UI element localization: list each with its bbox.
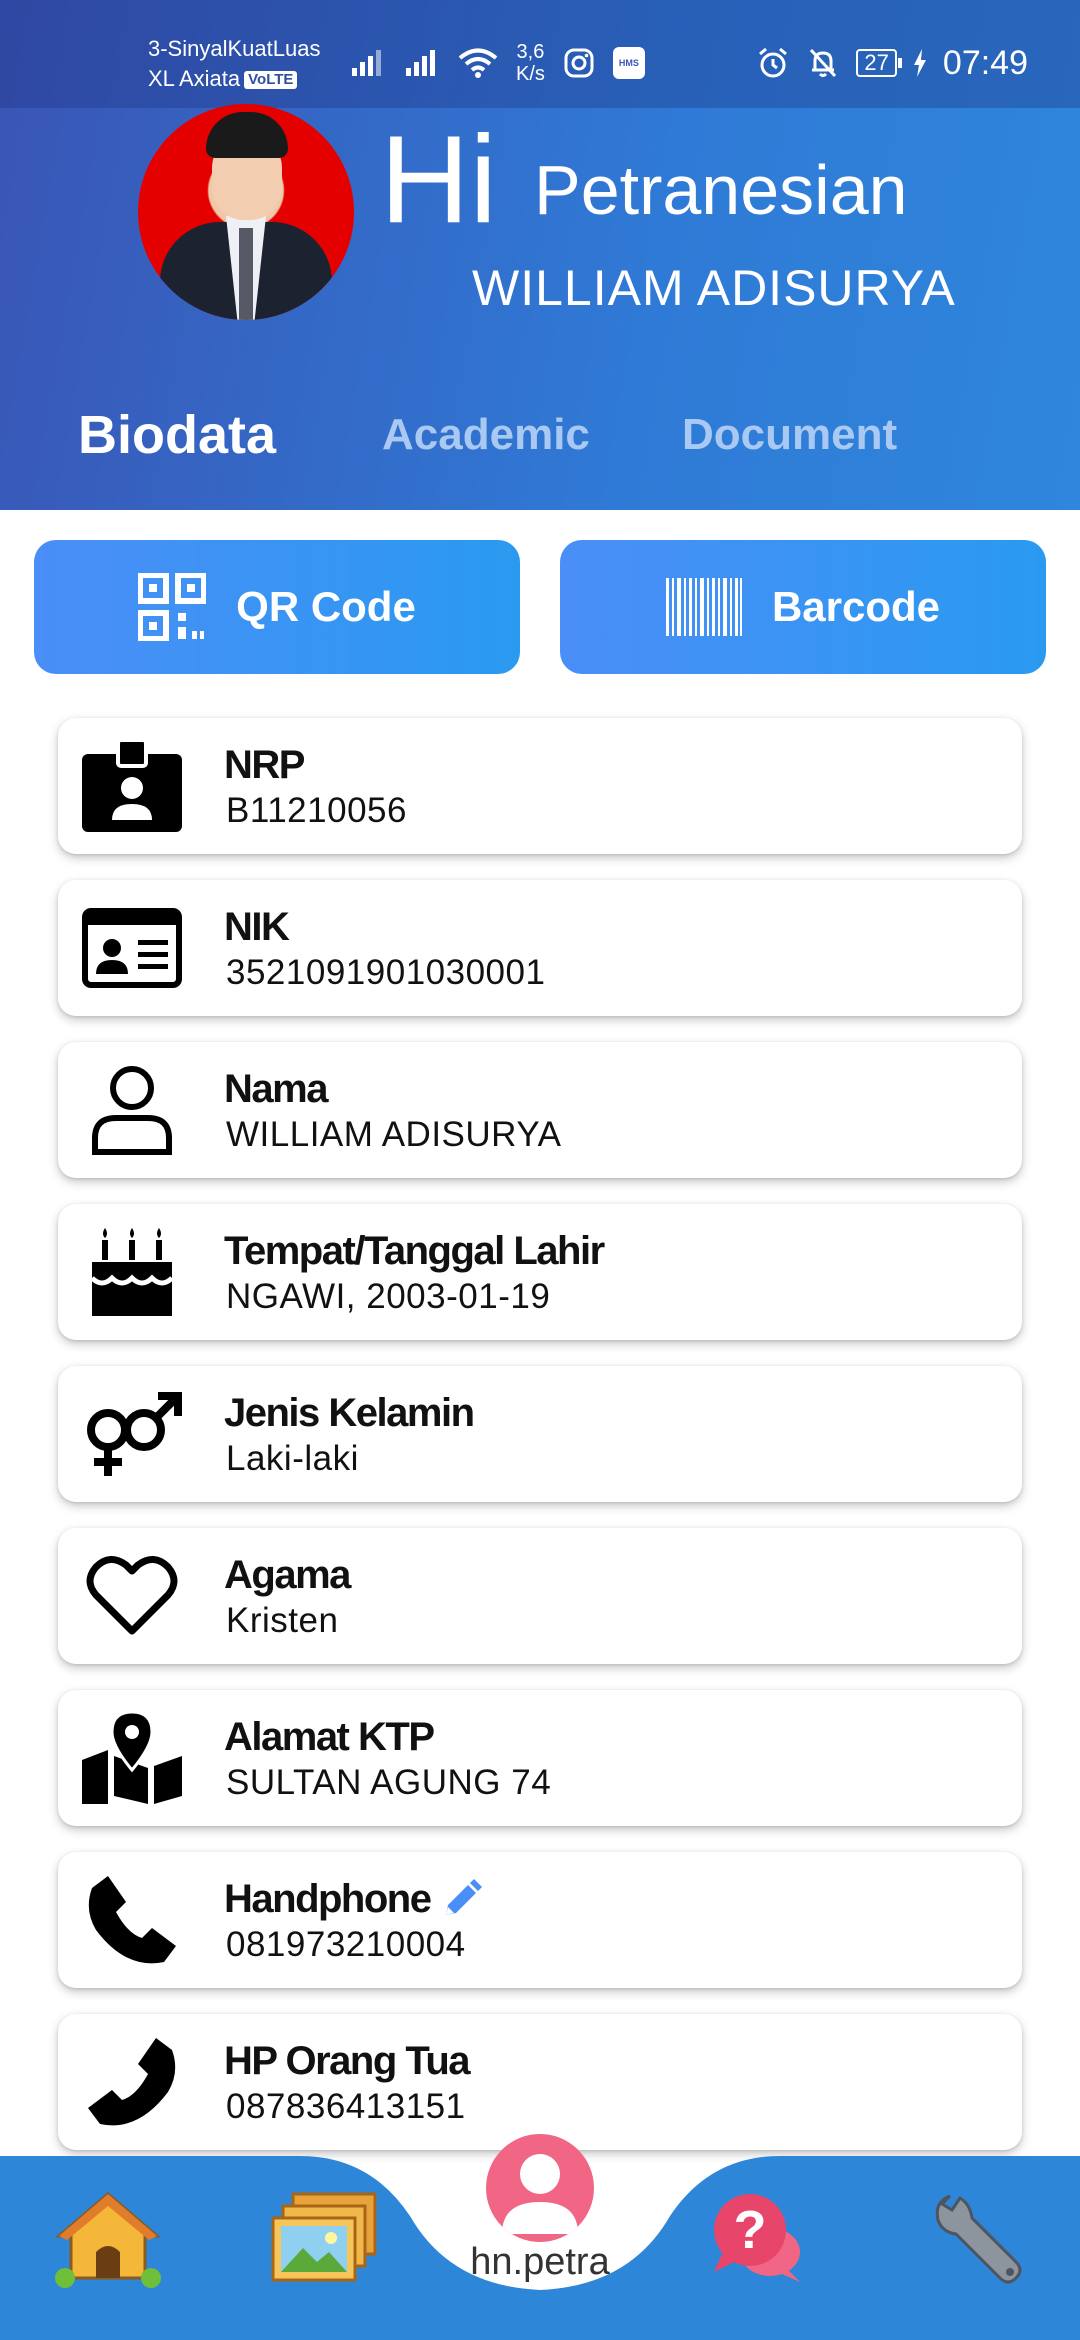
tab-biodata[interactable]: Biodata: [78, 400, 276, 470]
qr-code-icon: [138, 573, 207, 641]
nav-settings[interactable]: [920, 2178, 1040, 2298]
field-label: Nama: [224, 1067, 328, 1111]
field-label: Agama: [224, 1553, 351, 1597]
field-value: Laki-laki: [226, 1439, 359, 1478]
field-card-nama: Nama WILLIAM ADISURYA: [58, 1042, 1022, 1178]
help-chat-icon: ?: [714, 2194, 800, 2282]
id-badge-icon: [82, 740, 182, 832]
user-avatar-icon: [502, 2154, 578, 2234]
qr-code-button[interactable]: QR Code: [34, 540, 520, 674]
nav-help[interactable]: ?: [698, 2178, 818, 2298]
profile-photo: [138, 104, 354, 320]
status-icons-left: 3,6 K/s HMS: [350, 38, 645, 88]
tab-academic[interactable]: Academic: [382, 400, 590, 470]
charging-icon: [913, 49, 926, 77]
field-card-agama: Agama Kristen: [58, 1528, 1022, 1664]
network-speed: 3,6 K/s: [516, 41, 545, 85]
field-label: NRP: [224, 743, 305, 787]
hms-icon: HMS: [612, 47, 645, 79]
field-card-nik: NIK 3521091901030001: [58, 880, 1022, 1016]
barcode-button[interactable]: Barcode: [560, 540, 1046, 674]
field-card-handphone: Handphone 081973210004: [58, 1852, 1022, 1988]
field-card-hp-orang-tua: HP Orang Tua 087836413151: [58, 2014, 1022, 2150]
field-value: WILLIAM ADISURYA: [226, 1115, 562, 1154]
carrier-line-1: 3-SinyalKuatLuas: [148, 36, 321, 61]
alarm-icon: [759, 47, 788, 78]
greeting-subtitle: Petranesian: [534, 151, 908, 229]
carrier-line-2: XL Axiata: [148, 66, 241, 91]
field-value: 3521091901030001: [226, 953, 546, 992]
volte-badge: VoLTE: [244, 71, 298, 90]
field-card-gender: Jenis Kelamin Laki-laki: [58, 1366, 1022, 1502]
clock: 07:49: [942, 43, 1028, 82]
field-card-birth: Tempat/Tanggal Lahir NGAWI, 2003-01-19: [58, 1204, 1022, 1340]
field-card-nrp: NRP B11210056: [58, 718, 1022, 854]
field-label: Tempat/Tanggal Lahir: [224, 1229, 605, 1273]
nav-home[interactable]: [48, 2178, 168, 2298]
wifi-icon: [458, 48, 498, 78]
field-value: SULTAN AGUNG 74: [226, 1763, 552, 1802]
field-label: Handphone: [224, 1876, 483, 1922]
greeting-hi: Hi: [380, 111, 498, 249]
profile-header: 3-SinyalKuatLuas XL Axiata VoLTE 3,6 K/s H…: [0, 0, 1080, 510]
barcode-icon: [665, 578, 742, 636]
tab-bar: Biodata Academic Document: [0, 400, 1080, 470]
nav-gallery[interactable]: [264, 2178, 384, 2298]
wrench-icon: [935, 2194, 1022, 2284]
status-icons-right: 27 07:49: [756, 38, 1028, 88]
field-card-alamat: Alamat KTP SULTAN AGUNG 74: [58, 1690, 1022, 1826]
signal-icon: [352, 50, 381, 76]
field-label: HP Orang Tua: [224, 2039, 471, 2083]
field-value: Kristen: [226, 1601, 339, 1640]
battery-indicator: 27: [856, 49, 903, 77]
map-marker-icon: [82, 1712, 182, 1804]
edit-pencil-icon[interactable]: [442, 1879, 483, 1919]
status-bar: 3-SinyalKuatLuas XL Axiata VoLTE 3,6 K/s H…: [0, 0, 1080, 108]
barcode-label: Barcode: [771, 583, 941, 630]
field-label: Jenis Kelamin: [224, 1391, 475, 1435]
home-icon: [54, 2192, 162, 2288]
id-card-icon: [82, 902, 182, 994]
user-icon: [82, 1064, 182, 1156]
field-value: NGAWI, 2003-01-19: [226, 1277, 551, 1316]
profile-avatar[interactable]: [486, 2134, 594, 2242]
field-label: Alamat KTP: [224, 1715, 435, 1759]
heart-icon: [82, 1550, 182, 1642]
field-value: 081973210004: [226, 1925, 466, 1964]
svg-text:?: ?: [734, 2200, 767, 2260]
instagram-icon: [564, 48, 594, 78]
profile-username-label: hn.petra: [470, 2241, 610, 2283]
tab-document[interactable]: Document: [682, 400, 897, 470]
header-user-name: WILLIAM ADISURYA: [472, 260, 956, 316]
qr-code-label: QR Code: [236, 583, 416, 630]
field-value: 087836413151: [226, 2087, 466, 2126]
field-label: NIK: [224, 905, 290, 949]
carrier-info: 3-SinyalKuatLuas XL Axiata VoLTE: [148, 34, 320, 94]
phone-icon: [82, 1874, 182, 1966]
bell-off-icon: [810, 48, 837, 78]
phone-alt-icon: [82, 2036, 182, 2128]
signal-icon: [406, 50, 435, 76]
birthday-cake-icon: [82, 1226, 182, 1318]
gender-icon: [82, 1388, 182, 1480]
field-value: B11210056: [226, 791, 407, 830]
gallery-icon: [271, 2192, 377, 2282]
